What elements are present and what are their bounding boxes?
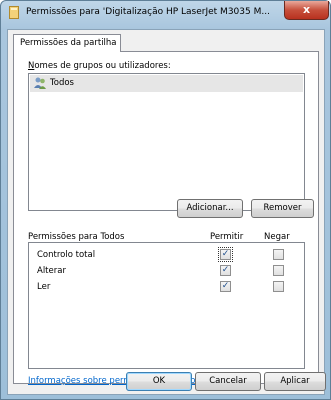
list-item[interactable]: Todos [30,75,303,92]
permissions-list: Controlo total ✓ Alterar ✓ Ler ✓ [28,242,305,369]
ok-button[interactable]: OK [126,372,192,391]
title-bar[interactable]: Permissões para 'Digitalização HP LaserJ… [1,1,330,25]
permission-name: Ler [37,282,51,292]
group-name: Todos [50,78,74,88]
permission-name: Controlo total [37,250,96,260]
deny-full-control-checkbox[interactable] [273,249,284,260]
dialog-window: Permissões para 'Digitalização HP LaserJ… [0,0,331,400]
allow-column-header: Permitir [210,232,244,242]
add-button[interactable]: Adicionar... [177,199,243,218]
dialog-body: Permissões da partilha Nomes de grupos o… [7,29,326,395]
permission-name: Alterar [37,266,66,276]
groups-label: Nomes de grupos ou utilizadores: [28,61,171,71]
cancel-button[interactable]: Cancelar [195,372,261,391]
apply-button[interactable]: Aplicar [264,372,326,391]
remove-button[interactable]: Remover [251,199,314,218]
allow-read-checkbox[interactable]: ✓ [220,281,231,292]
deny-read-checkbox[interactable] [273,281,284,292]
groups-list[interactable]: Todos [28,73,305,211]
permission-row-read: Ler ✓ [29,280,304,296]
allow-full-control-checkbox[interactable]: ✓ [218,247,233,262]
groups-label-text: omes de grupos ou utilizadores: [34,61,171,71]
folder-icon [9,6,19,19]
permission-row-change: Alterar ✓ [29,264,304,280]
window-title: Permissões para 'Digitalização HP LaserJ… [26,7,270,17]
permissions-header: Permissões para Todos [28,232,125,242]
users-icon [34,77,46,89]
tab-share-permissions[interactable]: Permissões da partilha [13,34,121,52]
tab-panel: Nomes de grupos ou utilizadores: Todos A… [13,51,319,386]
close-button[interactable]: x [284,1,329,20]
permission-row-full-control: Controlo total ✓ [29,247,304,264]
deny-change-checkbox[interactable] [273,265,284,276]
deny-column-header: Negar [264,232,290,242]
allow-change-checkbox[interactable]: ✓ [220,265,231,276]
